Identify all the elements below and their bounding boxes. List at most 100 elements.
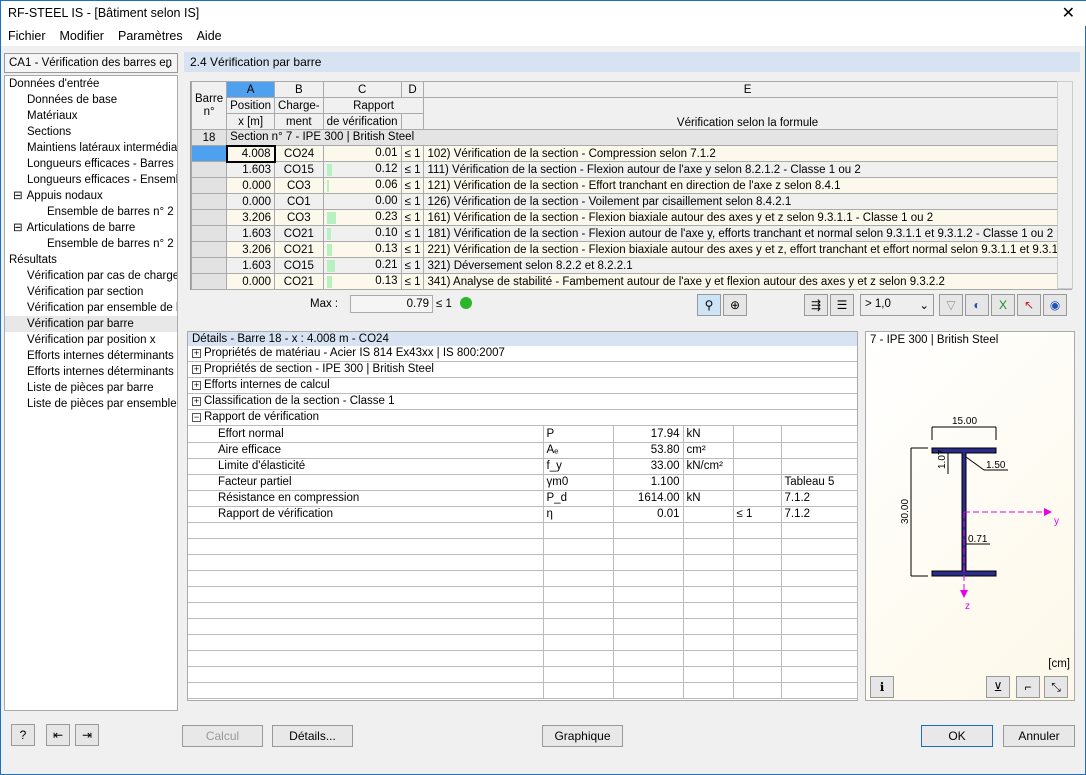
cell-position[interactable]: 1.603	[226, 225, 276, 242]
cell-load[interactable]: CO24	[274, 145, 324, 162]
tree-item[interactable]: Vérification par position x	[5, 332, 177, 348]
tree-item[interactable]: Maintiens latéraux intermédiaires	[5, 140, 177, 156]
table-row[interactable]: 3.206 CO21 0.13 ≤ 1 221) Vérification de…	[190, 241, 1072, 258]
cell-formula[interactable]: 121) Vérification de la section - Effort…	[423, 177, 1072, 194]
filter-select[interactable]: > 1,0 ⌄	[860, 294, 934, 316]
col-letter-d[interactable]: D	[400, 81, 425, 98]
cell-formula[interactable]: 126) Vérification de la section - Voilem…	[423, 193, 1072, 210]
row-header[interactable]	[190, 225, 228, 242]
row-header[interactable]	[190, 241, 228, 258]
details-group[interactable]: + Classification de la section - Classe 1	[188, 394, 857, 410]
cell-ratio[interactable]: 0.13	[322, 273, 402, 290]
menu-aide[interactable]: Aide	[190, 26, 229, 46]
case-select[interactable]: CA1 - Vérification des barres en ⌄	[4, 53, 178, 73]
tree-item[interactable]: ⊟ Articulations de barre	[5, 220, 177, 236]
cell-ratio[interactable]: 0.21	[322, 257, 402, 274]
group-barre[interactable]: 18	[190, 129, 228, 146]
color-scale-icon[interactable]: ◐	[965, 294, 989, 316]
expand-icon[interactable]: +	[192, 381, 201, 390]
cell-load[interactable]: CO21	[274, 241, 324, 258]
tree-item[interactable]: Sections	[5, 124, 177, 140]
cell-ratio[interactable]: 0.00	[322, 193, 402, 210]
tree-item[interactable]: Ensemble de barres n° 2 - 1	[5, 236, 177, 252]
cell-ratio[interactable]: 0.01	[322, 145, 402, 162]
tree-item[interactable]: Résultats	[5, 252, 177, 268]
details-button[interactable]: Détails...	[272, 725, 353, 747]
row-header[interactable]	[190, 145, 228, 162]
table-row[interactable]: 1.603 CO21 0.10 ≤ 1 181) Vérification de…	[190, 225, 1072, 242]
table-row[interactable]: 0.000 CO1 0.00 ≤ 1 126) Vérification de …	[190, 193, 1072, 210]
table-scrollbar[interactable]	[1057, 81, 1073, 289]
cell-formula[interactable]: 321) Déversement selon 8.2.2 et 8.2.2.1	[423, 257, 1072, 274]
cell-load[interactable]: CO21	[274, 225, 324, 242]
sort-icon[interactable]: ☰	[830, 294, 854, 316]
cell-load[interactable]: CO1	[274, 193, 324, 210]
tree-item[interactable]: Données d'entrée	[5, 76, 177, 92]
graphic-button[interactable]: Graphique	[542, 725, 623, 747]
cell-position[interactable]: 3.206	[226, 209, 276, 226]
cell-formula[interactable]: 161) Vérification de la section - Flexio…	[423, 209, 1072, 226]
tree-item[interactable]: ⊟ Appuis nodaux	[5, 188, 177, 204]
expand-icon[interactable]: +	[192, 397, 201, 406]
section-icon[interactable]: ⊕	[723, 294, 747, 316]
cell-formula[interactable]: 181) Vérification de la section - Flexio…	[423, 225, 1072, 242]
cell-position[interactable]: 0.000	[226, 177, 276, 194]
details-group[interactable]: + Propriétés de matériau - Acier IS 814 E…	[188, 346, 857, 362]
pin-icon[interactable]: ⚲	[697, 294, 721, 316]
table-row[interactable]: 0.000 CO21 0.13 ≤ 1 341) Analyse de stab…	[190, 273, 1072, 290]
row-header[interactable]	[190, 193, 228, 210]
tree-item[interactable]: Efforts internes déterminants par ensemb…	[5, 364, 177, 380]
collapse-icon[interactable]: −	[192, 413, 201, 422]
expand-icon[interactable]: +	[192, 349, 201, 358]
cell-position[interactable]: 0.000	[226, 273, 276, 290]
cell-load[interactable]: CO3	[274, 209, 324, 226]
cell-formula[interactable]: 102) Vérification de la section - Compre…	[423, 145, 1072, 162]
dimension-icon[interactable]: ⊻	[986, 676, 1010, 698]
tree-item[interactable]: Vérification par barre	[5, 316, 177, 332]
row-header[interactable]	[190, 177, 228, 194]
filter-icon[interactable]: ▽	[939, 294, 963, 316]
col-letter-b[interactable]: B	[274, 81, 324, 98]
excel-icon[interactable]: X	[991, 294, 1015, 316]
tree-item[interactable]: Longueurs efficaces - Barres	[5, 156, 177, 172]
details-group[interactable]: + Propriétés de section - IPE 300 | Briti…	[188, 362, 857, 378]
cell-position[interactable]: 4.008	[225, 144, 276, 163]
row-header[interactable]	[190, 161, 228, 178]
expand-icon[interactable]: +	[192, 365, 201, 374]
view-eye-icon[interactable]: ◉	[1043, 294, 1067, 316]
cell-load[interactable]: CO21	[274, 273, 324, 290]
menu-parametres[interactable]: Paramètres	[111, 26, 190, 46]
cell-load[interactable]: CO15	[274, 161, 324, 178]
table-row[interactable]: 3.206 CO3 0.23 ≤ 1 161) Vérification de …	[190, 209, 1072, 226]
tree-item[interactable]: Matériaux	[5, 108, 177, 124]
menu-fichier[interactable]: Fichier	[1, 26, 53, 46]
row-header[interactable]	[190, 209, 228, 226]
tree-item[interactable]: Longueurs efficaces - Ensembles	[5, 172, 177, 188]
zoom-reset-icon[interactable]: ⤡	[1044, 676, 1068, 698]
details-group[interactable]: − Rapport de vérification	[188, 410, 857, 426]
table-row[interactable]: 1.603 CO15 0.21 ≤ 1 321) Déversement sel…	[190, 257, 1072, 274]
close-button[interactable]: ✕	[1062, 3, 1075, 23]
cell-ratio[interactable]: 0.06	[322, 177, 402, 194]
col-letter-e[interactable]: E	[423, 81, 1072, 98]
tree-item[interactable]: Efforts internes déterminants par barre	[5, 348, 177, 364]
select-pointer-icon[interactable]: ↖	[1017, 294, 1041, 316]
cell-ratio[interactable]: 0.12	[322, 161, 402, 178]
cell-position[interactable]: 3.206	[226, 241, 276, 258]
tree-item[interactable]: Vérification par section	[5, 284, 177, 300]
export-data-icon[interactable]: ⇥	[75, 724, 99, 746]
cell-load[interactable]: CO15	[274, 257, 324, 274]
table-row[interactable]: 0.000 CO3 0.06 ≤ 1 121) Vérification de …	[190, 177, 1072, 194]
cell-formula[interactable]: 341) Analyse de stabilité - Fambement au…	[423, 273, 1072, 290]
cell-position[interactable]: 1.603	[226, 257, 276, 274]
tree-item[interactable]: Liste de pièces par ensemble de barres	[5, 396, 177, 412]
tree-item[interactable]: Liste de pièces par barre	[5, 380, 177, 396]
cell-position[interactable]: 0.000	[226, 193, 276, 210]
cell-load[interactable]: CO3	[274, 177, 324, 194]
row-header[interactable]	[190, 257, 228, 274]
col-letter-a[interactable]: A	[226, 81, 276, 98]
tree-item[interactable]: Ensemble de barres n° 2 - 1	[5, 204, 177, 220]
row-header[interactable]	[190, 273, 228, 290]
tree-item[interactable]: Vérification par ensemble de barres	[5, 300, 177, 316]
cell-ratio[interactable]: 0.23	[322, 209, 402, 226]
